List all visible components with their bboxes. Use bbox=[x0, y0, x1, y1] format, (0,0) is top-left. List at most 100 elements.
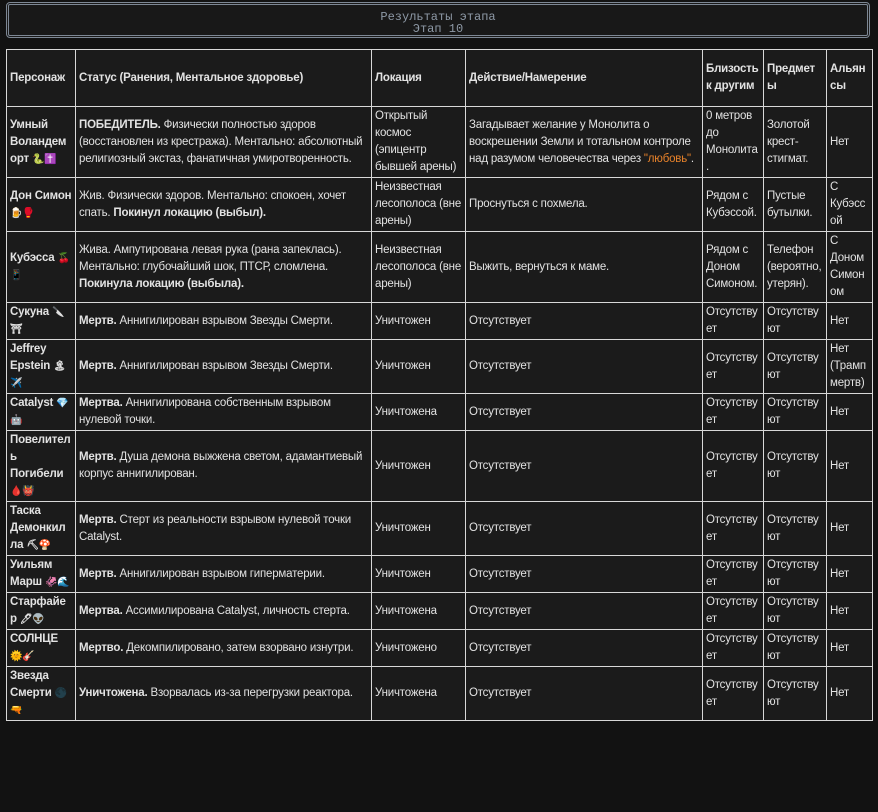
action-text: Отсутствует bbox=[469, 459, 532, 472]
character-cell: Catalyst 💎🤖 bbox=[6, 393, 76, 431]
action-text: Отсутствует bbox=[469, 360, 532, 372]
items-cell: Отсутствуют bbox=[763, 592, 827, 630]
status-label: Мертва. bbox=[79, 604, 123, 617]
character-emoji-icon: 🍺🥊 bbox=[10, 207, 35, 219]
action-cell: Отсутствует bbox=[465, 393, 703, 431]
column-header-alliances: Альянсы bbox=[826, 49, 873, 107]
stage-results-header: Результаты этапа Этап 10 bbox=[6, 2, 870, 38]
items-cell: Отсутствуют bbox=[763, 393, 827, 431]
alliances-cell: Нет bbox=[826, 302, 873, 340]
table-row: Повелитель Погибели 🩸👹 Мертв. Душа демона… bbox=[6, 430, 873, 502]
action-cell: Проснуться с похмела. bbox=[465, 177, 703, 232]
character-cell: Сукуна 🔪⛩ bbox=[6, 302, 76, 340]
location-cell: Уничтожено bbox=[371, 629, 466, 667]
location-cell: Уничтожена bbox=[371, 666, 466, 721]
character-emoji-icon: 🐍✝️ bbox=[31, 153, 57, 165]
items-cell: Золотой крест-стигмат. bbox=[763, 106, 827, 178]
table-row: Таска Демонкилла ⛏🍄 Мертв. Стерт из реаль… bbox=[6, 501, 873, 556]
table-row: Умный Воландеморт 🐍✝️ ПОБЕДИТЕЛЬ. Физичес… bbox=[6, 106, 873, 178]
alliances-cell: Нет bbox=[826, 666, 873, 721]
column-header-action: Действие/Намерение bbox=[465, 49, 703, 107]
action-text: Отсутствует bbox=[469, 522, 532, 534]
action-text: Отсутствует bbox=[469, 687, 532, 699]
column-header-location: Локация bbox=[371, 49, 466, 107]
location-cell: Уничтожен bbox=[371, 501, 466, 556]
status-cell: Мертво. Декомпилировано, затем взорвано … bbox=[75, 629, 372, 667]
character-emoji-icon: ⛏🍄 bbox=[26, 540, 52, 551]
character-name: Сукуна bbox=[10, 306, 49, 318]
action-cell: Отсутствует bbox=[465, 666, 703, 721]
status-cell: Мертв. Аннигилирован взрывом гиперматери… bbox=[75, 555, 372, 593]
proximity-cell: Отсутствует bbox=[702, 592, 764, 630]
action-cell: Отсутствует bbox=[465, 629, 703, 667]
status-cell: Мертв. Душа демона выжжена светом, адама… bbox=[75, 430, 372, 502]
character-emoji-icon: 🖊👽 bbox=[19, 614, 45, 625]
character-name: Кубэсса bbox=[10, 252, 55, 264]
table-header-row: Персонаж Статус (Ранения, Ментальное здо… bbox=[6, 49, 873, 107]
items-cell: Отсутствуют bbox=[763, 302, 827, 340]
proximity-cell: Отсутствует bbox=[702, 629, 764, 667]
character-name: Повелитель Погибели bbox=[10, 434, 71, 480]
status-label: Мертв. bbox=[79, 360, 117, 372]
status-exit-label: Покинул локацию (выбыл). bbox=[113, 206, 266, 219]
status-label: Мертв. bbox=[79, 451, 117, 463]
action-cell: Отсутствует bbox=[465, 501, 703, 556]
status-cell: Мертв. Аннигилирован взрывом Звезды Смер… bbox=[75, 302, 372, 340]
character-cell: Уильям Марш 🦑🌊 bbox=[6, 555, 76, 593]
character-cell: Дон Симон 🍺🥊 bbox=[6, 177, 76, 232]
location-cell: Неизвестная лесополоса (вне арены) bbox=[371, 177, 466, 232]
status-text: Душа демона выжжена светом, адамантиевый… bbox=[79, 451, 363, 480]
action-text: Отсутствует bbox=[469, 405, 532, 418]
location-cell: Открытый космос (эпицентр бывшей арены) bbox=[371, 106, 466, 178]
character-cell: Старфайер 🖊👽 bbox=[6, 592, 76, 630]
status-cell: Мертв. Аннигилирован взрывом Звезды Смер… bbox=[75, 339, 372, 394]
alliances-cell: Нет bbox=[826, 106, 873, 178]
alliances-cell: Нет bbox=[826, 393, 873, 431]
action-highlight: "любовь" bbox=[643, 152, 691, 165]
status-text: Взорвалась из-за перегрузки реактора. bbox=[147, 687, 353, 699]
status-text: Декомпилировано, затем взорвано изнутри. bbox=[123, 641, 354, 654]
character-cell: Повелитель Погибели 🩸👹 bbox=[6, 430, 76, 502]
table-row: Дон Симон 🍺🥊 Жив. Физически здоров. Мента… bbox=[6, 177, 873, 232]
status-label: Мертва. bbox=[79, 397, 123, 409]
items-cell: Отсутствуют bbox=[763, 339, 827, 394]
action-cell: Отсутствует bbox=[465, 592, 703, 630]
proximity-cell: Отсутствует bbox=[702, 302, 764, 340]
table-row: Jeffrey Epstein 🏝✈️ Мертв. Аннигилирован … bbox=[6, 339, 873, 394]
table-row: СОЛНЦЕ 🌞🎸 Мертво. Декомпилировано, затем … bbox=[6, 629, 873, 667]
table-row: Уильям Марш 🦑🌊 Мертв. Аннигилирован взрыв… bbox=[6, 555, 873, 593]
alliances-cell: Нет (Трамп мертв) bbox=[826, 339, 873, 394]
status-text: Стерт из реальности взрывом нулевой точк… bbox=[79, 513, 352, 543]
items-cell: Отсутствуют bbox=[763, 555, 827, 593]
status-label: Мертв. bbox=[79, 314, 117, 327]
character-name: Дон Симон bbox=[10, 189, 72, 202]
action-cell: Отсутствует bbox=[465, 430, 703, 502]
alliances-cell: Нет bbox=[826, 629, 873, 667]
status-text: Жива. Ампутирована левая рука (рана запе… bbox=[79, 243, 342, 273]
status-text: Ассимилирована Catalyst, личность стерта… bbox=[122, 604, 350, 617]
character-cell: Кубэсса 🍒📱 bbox=[6, 231, 76, 303]
column-header-character: Персонаж bbox=[6, 49, 76, 107]
character-name: Звезда Смерти bbox=[10, 670, 52, 699]
proximity-cell: Отсутствует bbox=[702, 666, 764, 721]
character-name: Jeffrey Epstein bbox=[10, 343, 51, 372]
character-cell: Звезда Смерти 🌑🔫 bbox=[6, 666, 76, 721]
alliances-cell: С Кубэссой bbox=[826, 177, 873, 232]
items-cell: Отсутствуют bbox=[763, 501, 827, 556]
status-text: Аннигилирован взрывом гиперматерии. bbox=[116, 567, 326, 580]
character-cell: Jeffrey Epstein 🏝✈️ bbox=[6, 339, 76, 394]
location-cell: Уничтожена bbox=[371, 393, 466, 431]
proximity-cell: Отсутствует bbox=[702, 501, 764, 556]
column-header-status: Статус (Ранения, Ментальное здоровье) bbox=[75, 49, 372, 107]
character-name: СОЛНЦЕ bbox=[10, 633, 58, 645]
action-text: Отсутствует bbox=[469, 641, 532, 654]
character-name: Catalyst bbox=[10, 397, 54, 409]
action-text: Отсутствует bbox=[469, 567, 532, 580]
alliances-cell: Нет bbox=[826, 501, 873, 556]
action-cell: Загадывает желание у Монолита о воскреше… bbox=[465, 106, 703, 178]
location-cell: Уничтожена bbox=[371, 592, 466, 630]
alliances-cell: Нет bbox=[826, 555, 873, 593]
proximity-cell: Рядом с Доном Симоном. bbox=[702, 231, 764, 303]
character-emoji-icon: 🌞🎸 bbox=[10, 651, 35, 662]
items-cell: Отсутствуют bbox=[763, 629, 827, 667]
